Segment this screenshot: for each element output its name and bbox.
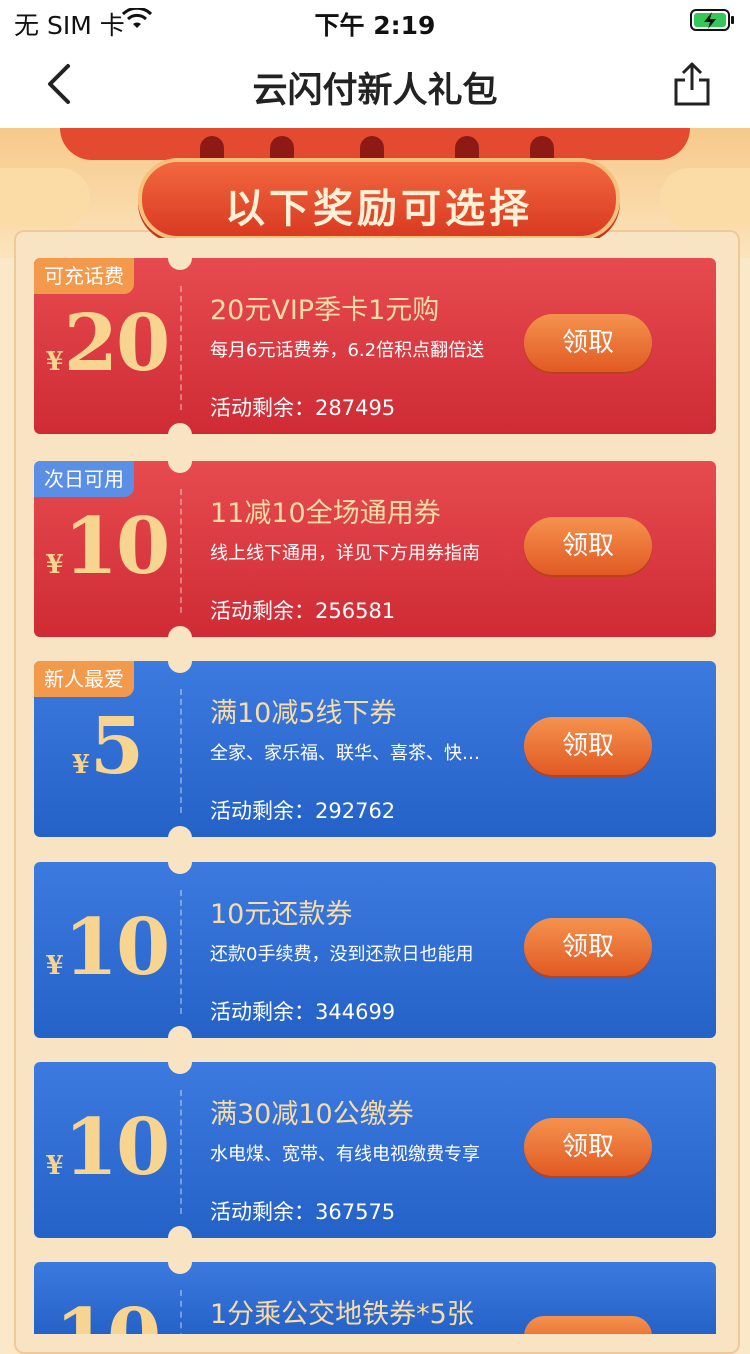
currency-symbol: ¥ (45, 951, 64, 981)
currency-symbol: ¥ (45, 550, 64, 580)
coupon-title: 满30减10公缴券 (210, 1099, 414, 1130)
dashed-divider (180, 1290, 182, 1334)
claim-button[interactable]: 领取 (524, 517, 652, 575)
currency-symbol: ¥ (45, 1151, 64, 1181)
share-icon[interactable] (672, 60, 712, 108)
coupon-card: ¥10 10元还款券 还款0手续费，没到还款日也能用 活动剩余：344699 领… (34, 862, 716, 1038)
coupon-description: 水电煤、宽带、有线电视缴费专享 (210, 1144, 480, 1165)
amount-value: 10 (63, 902, 171, 993)
banner-layer: 以下奖励可选择 (0, 128, 750, 238)
navigation-bar: 云闪付新人礼包 (0, 40, 750, 128)
coupon-title: 1分乘公交地铁券*5张 (210, 1299, 474, 1330)
section-banner-text: 以下奖励可选择 (225, 186, 533, 232)
coupon-amount: ¥10 (34, 1102, 180, 1193)
status-time: 下午 2:19 (314, 11, 436, 40)
coupon-description: 每月6元话费券，6.2倍积点翻倍送 (210, 340, 485, 361)
coupon-remaining: 活动剩余：287495 (210, 396, 396, 420)
coupon-card: 10 1分乘公交地铁券*5张 (34, 1262, 716, 1334)
dashed-divider (180, 689, 182, 813)
ticket-notch (168, 1250, 192, 1274)
dashed-divider (180, 1090, 182, 1214)
coupon-amount: ¥10 (34, 501, 180, 592)
ticket-notch (168, 423, 192, 447)
ticket-notch (168, 826, 192, 850)
ticket-notch (168, 850, 192, 874)
ticket-notch (168, 246, 192, 270)
coupon-tag: 次日可用 (34, 461, 134, 497)
coupon-card: ¥10 满30减10公缴券 水电煤、宽带、有线电视缴费专享 活动剩余：36757… (34, 1062, 716, 1238)
claim-button[interactable]: 领取 (524, 717, 652, 775)
coupon-remaining: 活动剩余：256581 (210, 599, 396, 623)
section-banner: 以下奖励可选择 (138, 158, 620, 238)
coupon-title: 满10减5线下券 (210, 698, 397, 729)
page-title: 云闪付新人礼包 (252, 71, 498, 111)
coupon-title: 10元还款券 (210, 899, 353, 930)
dashed-divider (180, 489, 182, 613)
claim-button[interactable]: 领取 (524, 314, 652, 372)
coupon-title: 11减10全场通用券 (210, 498, 441, 529)
claim-button[interactable]: 领取 (524, 918, 652, 976)
coupon-description: 还款0手续费，没到还款日也能用 (210, 944, 474, 965)
amount-value: 5 (89, 701, 144, 792)
coupon-amount: ¥10 (34, 902, 180, 993)
battery-charging-icon (690, 9, 734, 31)
coupon-amount: 10 (34, 1292, 180, 1334)
coupon-amount: ¥5 (34, 701, 180, 792)
currency-symbol: ¥ (45, 347, 64, 377)
amount-value: 10 (63, 1102, 171, 1193)
ticket-notch (168, 449, 192, 473)
coupon-card: 可充话费 ¥20 20元VIP季卡1元购 每月6元话费券，6.2倍积点翻倍送 活… (34, 258, 716, 434)
coupon-description: 全家、家乐福、联华、喜茶、快… (210, 743, 480, 764)
claim-button[interactable] (524, 1316, 652, 1334)
amount-value: 10 (63, 501, 171, 592)
status-bar: 无 SIM 卡 下午 2:19 (0, 0, 750, 40)
amount-value: 20 (63, 298, 171, 389)
ticket-notch (168, 1026, 192, 1050)
coupon-remaining: 活动剩余：344699 (210, 1000, 396, 1024)
claim-button[interactable]: 领取 (524, 1118, 652, 1176)
coupon-amount: ¥20 (34, 298, 180, 389)
ticket-notch (168, 1050, 192, 1074)
coupon-tag: 新人最爱 (34, 661, 134, 697)
amount-value: 10 (55, 1292, 162, 1334)
coupon-card: 次日可用 ¥10 11减10全场通用券 线上线下通用，详见下方用券指南 活动剩余… (34, 461, 716, 637)
dashed-divider (180, 890, 182, 1014)
coupon-remaining: 活动剩余：367575 (210, 1200, 396, 1224)
coupon-description: 线上线下通用，详见下方用券指南 (210, 543, 480, 564)
ticket-notch (168, 626, 192, 650)
coupon-title: 20元VIP季卡1元购 (210, 295, 440, 326)
ticket-notch (168, 1226, 192, 1250)
coupon-card: 新人最爱 ¥5 满10减5线下券 全家、家乐福、联华、喜茶、快… 活动剩余：29… (34, 661, 716, 837)
dashed-divider (180, 286, 182, 410)
currency-symbol: ¥ (71, 750, 90, 780)
coupon-remaining: 活动剩余：292762 (210, 799, 396, 823)
coupon-tag: 可充话费 (34, 258, 134, 294)
ticket-notch (168, 649, 192, 673)
